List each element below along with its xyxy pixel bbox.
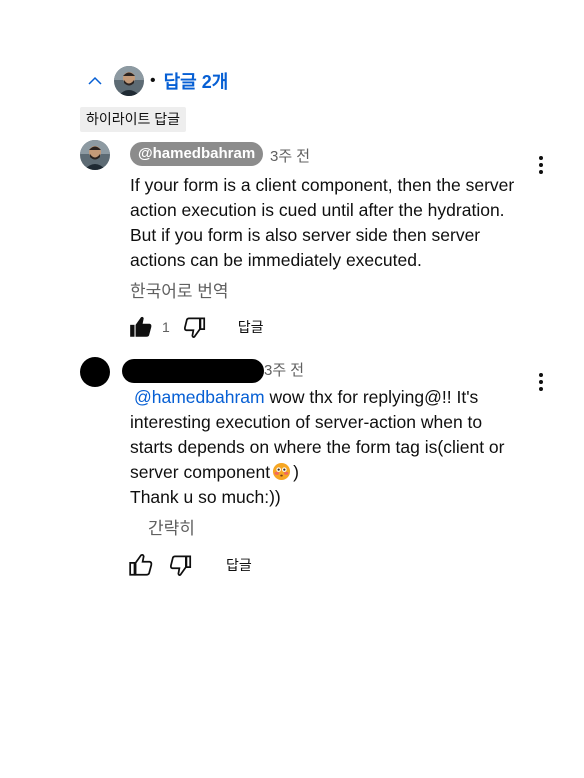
comment-text-fragment: server component [130,462,271,482]
thumbs-up-icon[interactable] [128,552,154,578]
mention-link[interactable]: @hamedbahram [134,387,265,407]
chevron-up-icon [88,76,102,85]
avatar [114,66,144,96]
avatar[interactable] [80,140,110,170]
reply-button[interactable]: 답글 [238,317,264,337]
replies-count-label[interactable]: 답글 2개 [164,68,229,94]
thumbs-down-icon[interactable] [168,552,194,578]
author-chip[interactable]: @hamedbahram [130,142,264,166]
collapse-link[interactable]: 간략히 [148,514,195,539]
comment-line: server component ) [130,460,550,485]
replies-toggle[interactable]: • 답글 2개 [86,64,228,98]
reply-button[interactable]: 답글 [226,555,252,575]
comment-text-fragment: wow thx for replying@!! It's [264,387,479,407]
translate-link[interactable]: 한국어로 번역 [130,277,229,302]
comment-time[interactable]: 3주 전 [264,359,304,380]
comment-time[interactable]: 3주 전 [270,145,310,166]
thumbs-down-icon[interactable] [182,314,208,340]
comment-text-fragment: ) [293,462,299,482]
comment-line: But if you form is also server side then… [130,225,481,245]
comment-line: action execution is cued until after the… [130,200,505,220]
comment-actions: 1 답글 [128,314,264,340]
comment-line: interesting execution of server-action w… [130,412,483,432]
comment-text: If your form is a client component, then… [130,173,550,273]
comment-line: actions can be immediately executed. [130,250,422,270]
comment-line: If your form is a client component, then… [130,175,515,195]
comment-line: @hamedbahram wow thx for replying@!! It'… [130,385,550,410]
thumbs-up-filled-icon[interactable] [128,314,154,340]
like-count: 1 [162,319,170,335]
comment-actions: 답글 [128,552,252,578]
separator-dot: • [150,72,156,89]
comment-text: @hamedbahram wow thx for replying@!! It'… [130,385,550,510]
flushed-face-emoji-icon [273,462,291,481]
redacted-author [122,359,264,383]
highlight-badge: 하이라이트 답글 [80,107,187,132]
comment-line: Thank u so much:)) [130,487,281,507]
avatar[interactable] [80,357,110,387]
comment-line: starts depends on where the form tag is(… [130,437,505,457]
